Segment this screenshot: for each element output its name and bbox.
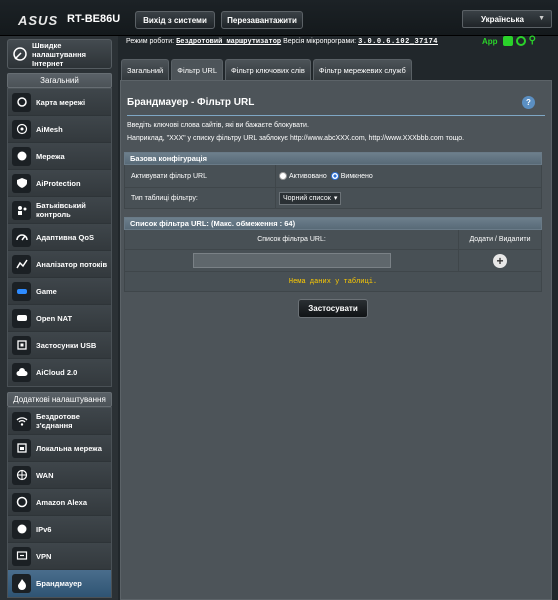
description-line-1: Введіть ключові слова сайтів, які ви баж… bbox=[127, 122, 309, 129]
network-status-icon[interactable] bbox=[502, 36, 513, 46]
sidebar-item-vpn[interactable]: VPN bbox=[8, 543, 111, 570]
enable-radio[interactable] bbox=[279, 172, 287, 180]
quick-internet-setup-button[interactable]: Швидке налаштування Інтернет bbox=[7, 39, 112, 69]
enable-option-label: Активовано bbox=[289, 172, 327, 180]
disable-radio[interactable] bbox=[330, 172, 339, 180]
sidebar-item-wireless[interactable]: Бездротове з'єднання bbox=[8, 408, 111, 435]
alexa-icon bbox=[12, 492, 31, 512]
advanced-section-title: Додаткові налаштування bbox=[7, 392, 112, 407]
sidebar-item-network[interactable]: Мережа bbox=[8, 143, 111, 170]
reboot-button[interactable]: Перезавантажити bbox=[221, 11, 303, 29]
sidebar-item-aimesh[interactable]: AiMesh bbox=[8, 116, 111, 143]
tab-url-filter[interactable]: Фільтр URL bbox=[171, 59, 224, 80]
chevron-down-icon: ▼ bbox=[538, 15, 545, 22]
network-icon bbox=[12, 146, 31, 166]
firewall-icon bbox=[12, 574, 31, 593]
disable-option-label: Вимкнено bbox=[340, 172, 373, 180]
advanced-nav: Бездротове з'єднання Локальна мережа WAN… bbox=[7, 407, 112, 598]
app-link[interactable]: App bbox=[482, 37, 498, 46]
basic-config-header: Базова конфігурація bbox=[124, 152, 542, 165]
sidebar-item-ipv6[interactable]: IPv6 bbox=[8, 516, 111, 543]
qos-icon bbox=[12, 227, 31, 247]
aimesh-icon bbox=[12, 119, 31, 139]
enable-url-filter-label: Активувати фільтр URL bbox=[125, 165, 276, 187]
sidebar-item-wan[interactable]: WAN bbox=[8, 462, 111, 489]
sidebar-item-network-map[interactable]: Карта мережі bbox=[8, 89, 111, 116]
mode-label: Режим роботи: bbox=[126, 38, 175, 45]
top-bar: ASUS RT-BE86U Вихід з системи Перезавант… bbox=[0, 0, 558, 36]
title-divider bbox=[127, 115, 545, 116]
content-panel: Брандмауер - Фільтр URL ? Введіть ключов… bbox=[120, 80, 552, 600]
network-map-icon bbox=[12, 92, 31, 112]
status-line: Режим роботи: Бездротовий маршрутизатор … bbox=[126, 38, 438, 46]
settings-status-icon[interactable] bbox=[515, 36, 526, 46]
general-nav: Карта мережі AiMesh Мережа AiProtection … bbox=[7, 88, 112, 387]
url-filter-list-table: Список фільтра URL: (Макс. обмеження : 6… bbox=[124, 217, 542, 292]
enable-url-filter-row: Активувати фільтр URL Активовано Вимкнен… bbox=[124, 165, 542, 188]
wireless-icon bbox=[12, 411, 31, 431]
sidebar-item-usb-apps[interactable]: Застосунки USB bbox=[8, 332, 111, 359]
sidebar-item-open-nat[interactable]: Open NAT bbox=[8, 305, 111, 332]
open-nat-icon bbox=[12, 308, 31, 328]
sidebar-item-lan[interactable]: Локальна мережа bbox=[8, 435, 111, 462]
empty-table-message: Нема даних у таблиці. bbox=[124, 272, 542, 292]
sidebar: Швидке налаштування Інтернет Загальний К… bbox=[0, 36, 118, 600]
status-icons: App ⚲ bbox=[482, 36, 539, 46]
vpn-icon bbox=[12, 546, 31, 566]
add-delete-column-header: Додати / Видалити bbox=[469, 236, 531, 243]
sidebar-item-alexa[interactable]: Amazon Alexa bbox=[8, 489, 111, 516]
aiprotection-icon bbox=[12, 173, 31, 193]
filter-type-select[interactable]: Чорний список ▾ bbox=[279, 191, 342, 205]
wan-icon bbox=[12, 465, 31, 485]
quick-setup-label: Швидке налаштування Інтернет bbox=[32, 40, 87, 68]
basic-config-table: Базова конфігурація Активувати фільтр UR… bbox=[124, 152, 542, 209]
aicloud-icon bbox=[12, 363, 31, 382]
firmware-value[interactable]: 3.0.0.6.102_37174 bbox=[358, 38, 438, 46]
firmware-label: Версія мікропрограми: bbox=[283, 38, 357, 45]
sidebar-item-traffic-analyzer[interactable]: Аналізатор потоків bbox=[8, 251, 111, 278]
lan-icon bbox=[12, 438, 31, 458]
parental-control-icon bbox=[12, 200, 31, 220]
url-filter-input[interactable] bbox=[192, 253, 391, 268]
language-select[interactable]: Українська ▼ bbox=[462, 10, 552, 28]
logout-button[interactable]: Вихід з системи bbox=[135, 11, 215, 29]
add-icon[interactable]: + bbox=[493, 253, 507, 268]
enable-url-filter-options: Активовано Вимкнено bbox=[276, 165, 541, 187]
sidebar-item-adaptive-qos[interactable]: Адаптивна QoS bbox=[8, 224, 111, 251]
url-filter-column-headers: Список фільтра URL: Додати / Видалити bbox=[124, 230, 542, 250]
language-value: Українська bbox=[481, 14, 524, 24]
sidebar-item-aicloud[interactable]: AiCloud 2.0 bbox=[8, 359, 111, 386]
mode-value[interactable]: Бездротовий маршрутизатор bbox=[176, 38, 281, 46]
filter-type-value: Чорний список bbox=[283, 194, 331, 202]
traffic-analyzer-icon bbox=[12, 254, 31, 274]
router-model: RT-BE86U bbox=[67, 13, 121, 25]
description-line-2: Наприклад, "XXX" у списку фільтру URL за… bbox=[127, 135, 465, 142]
tab-keyword-filter[interactable]: Фільтр ключових слів bbox=[225, 59, 311, 80]
usb-status-icon[interactable]: ⚲ bbox=[529, 36, 539, 46]
help-icon[interactable]: ? bbox=[522, 96, 535, 109]
page-title: Брандмауер - Фільтр URL bbox=[127, 97, 255, 108]
sidebar-item-aiprotection[interactable]: AiProtection bbox=[8, 170, 111, 197]
asus-logo: ASUS bbox=[18, 13, 59, 28]
tab-bar: Загальний Фільтр URL Фільтр ключових слі… bbox=[121, 59, 412, 80]
apply-button[interactable]: Застосувати bbox=[298, 299, 368, 318]
url-filter-list-header: Список фільтра URL: (Макс. обмеження : 6… bbox=[124, 217, 542, 230]
sidebar-item-game[interactable]: Game bbox=[8, 278, 111, 305]
filter-type-label: Тип таблиці фільтру: bbox=[125, 188, 276, 208]
usb-app-icon bbox=[12, 335, 31, 355]
chevron-down-icon: ▾ bbox=[333, 195, 338, 202]
url-list-column-header: Список фільтра URL: bbox=[125, 230, 459, 249]
tab-network-services-filter[interactable]: Фільтр мережевих служб bbox=[312, 59, 412, 80]
sidebar-item-firewall[interactable]: Брандмауер bbox=[8, 570, 111, 597]
game-icon bbox=[12, 281, 31, 301]
magic-wand-icon bbox=[12, 45, 28, 63]
tab-general[interactable]: Загальний bbox=[121, 59, 170, 80]
ipv6-icon bbox=[12, 519, 31, 539]
filter-type-row: Тип таблиці фільтру: Чорний список ▾ bbox=[124, 188, 542, 209]
url-input-row: + bbox=[124, 250, 542, 272]
sidebar-item-parental-control[interactable]: Батьківський контроль bbox=[8, 197, 111, 224]
general-section-title: Загальний bbox=[7, 73, 112, 88]
